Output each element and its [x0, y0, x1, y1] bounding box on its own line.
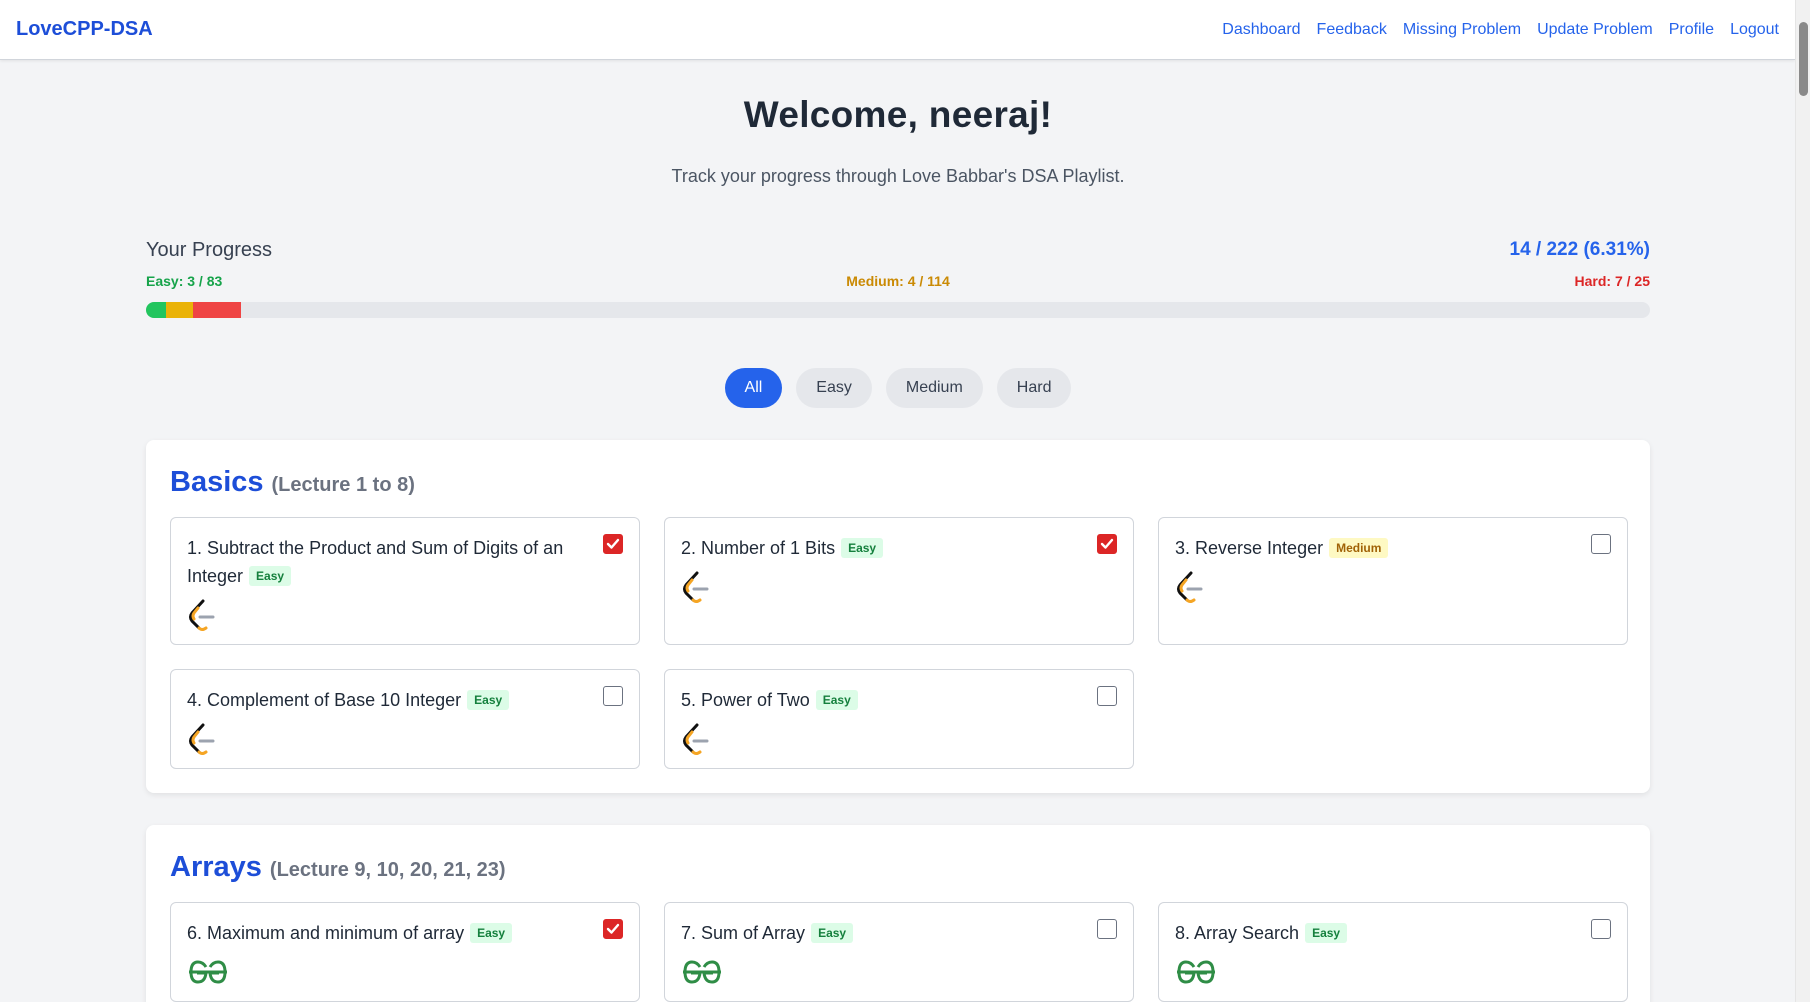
leetcode-icon[interactable]: [681, 570, 711, 604]
problem-done-checkbox[interactable]: [603, 534, 623, 554]
problem-card: 2. Number of 1 Bits Easy: [664, 517, 1134, 645]
problem-card: 8. Array Search Easy: [1158, 902, 1628, 1002]
nav-link-feedback[interactable]: Feedback: [1317, 21, 1387, 39]
nav-link-dashboard[interactable]: Dashboard: [1222, 21, 1300, 39]
leetcode-icon[interactable]: [187, 598, 217, 632]
geeksforgeeks-icon[interactable]: [1175, 958, 1217, 986]
section-header: Basics (Lecture 1 to 8): [170, 466, 1626, 499]
problem-done-checkbox[interactable]: [1097, 534, 1117, 554]
leetcode-icon[interactable]: [1175, 570, 1205, 604]
problem-done-checkbox[interactable]: [603, 919, 623, 939]
difficulty-badge: Easy: [811, 923, 854, 943]
filter-hard-button[interactable]: Hard: [996, 368, 1072, 408]
problem-title-link[interactable]: 7. Sum of Array: [681, 923, 805, 943]
filter-all-button[interactable]: All: [724, 368, 783, 408]
platform-links: [681, 570, 1117, 604]
problem-title-link[interactable]: 5. Power of Two: [681, 690, 810, 710]
progress-segment-easy: [146, 302, 167, 318]
problem-grid: 1. Subtract the Product and Sum of Digit…: [170, 517, 1628, 769]
platform-links: [1175, 955, 1611, 989]
problem-title: 2. Number of 1 Bits Easy: [681, 534, 1117, 562]
progress-segment-medium: [166, 302, 194, 318]
welcome-heading: Welcome, neeraj!: [743, 94, 1053, 135]
problem-title-link[interactable]: 6. Maximum and minimum of array: [187, 923, 464, 943]
difficulty-badge: Easy: [841, 538, 884, 558]
section-subtitle: (Lecture 1 to 8): [271, 474, 415, 496]
checkmark-icon: [1100, 538, 1114, 549]
progress-segment-hard: [193, 302, 241, 318]
geeksforgeeks-icon[interactable]: [187, 958, 229, 986]
problem-done-checkbox[interactable]: [603, 686, 623, 706]
platform-links: [681, 722, 1117, 756]
problem-title: 3. Reverse Integer Medium: [1175, 534, 1611, 562]
checkmark-icon: [606, 923, 620, 934]
topic-section-0: Basics (Lecture 1 to 8) 1. Subtract the …: [146, 440, 1650, 793]
problem-title-link[interactable]: 8. Array Search: [1175, 923, 1299, 943]
checkmark-icon: [606, 538, 620, 549]
page-subtitle: Track your progress through Love Babbar'…: [671, 166, 1125, 186]
nav-link-profile[interactable]: Profile: [1669, 21, 1714, 39]
problem-card: 4. Complement of Base 10 Integer Easy: [170, 669, 640, 769]
progress-bar: [146, 302, 1650, 318]
medium-count: Medium: 4 / 114: [846, 273, 950, 289]
problem-title: 4. Complement of Base 10 Integer Easy: [187, 686, 623, 714]
topic-section-1: Arrays (Lecture 9, 10, 20, 21, 23) 6. Ma…: [146, 825, 1650, 1002]
problem-card: 1. Subtract the Product and Sum of Digit…: [170, 517, 640, 645]
platform-links: [681, 955, 1117, 989]
problem-title: 7. Sum of Array Easy: [681, 919, 1117, 947]
problem-done-checkbox[interactable]: [1097, 919, 1117, 939]
problem-title-link[interactable]: 2. Number of 1 Bits: [681, 538, 835, 558]
problem-card: 7. Sum of Array Easy: [664, 902, 1134, 1002]
filter-easy-button[interactable]: Easy: [796, 368, 872, 408]
main-content: Welcome, neeraj! Track your progress thr…: [146, 60, 1650, 1002]
problem-title: 1. Subtract the Product and Sum of Digit…: [187, 534, 623, 590]
problem-done-checkbox[interactable]: [1591, 534, 1611, 554]
problem-title: 8. Array Search Easy: [1175, 919, 1611, 947]
problem-title-link[interactable]: 4. Complement of Base 10 Integer: [187, 690, 461, 710]
problem-card: 3. Reverse Integer Medium: [1158, 517, 1628, 645]
brand-logo-link[interactable]: LoveCPP-DSA: [16, 18, 153, 41]
difficulty-badge: Medium: [1329, 538, 1389, 558]
problem-card: 6. Maximum and minimum of array Easy: [170, 902, 640, 1002]
difficulty-badge: Easy: [1305, 923, 1348, 943]
section-header: Arrays (Lecture 9, 10, 20, 21, 23): [170, 851, 1626, 884]
problem-done-checkbox[interactable]: [1097, 686, 1117, 706]
nav-link-logout[interactable]: Logout: [1730, 21, 1779, 39]
progress-total: 14 / 222 (6.31%): [1509, 239, 1650, 260]
problem-title: 6. Maximum and minimum of array Easy: [187, 919, 623, 947]
problem-card: 5. Power of Two Easy: [664, 669, 1134, 769]
scrollbar-thumb[interactable]: [1799, 22, 1808, 96]
leetcode-icon[interactable]: [681, 722, 711, 756]
problem-title-link[interactable]: 1. Subtract the Product and Sum of Digit…: [187, 538, 563, 586]
problem-done-checkbox[interactable]: [1591, 919, 1611, 939]
problem-title: 5. Power of Two Easy: [681, 686, 1117, 714]
section-title: Arrays: [170, 851, 262, 883]
problem-grid: 6. Maximum and minimum of array Easy 7. S…: [170, 902, 1628, 1002]
difficulty-badge: Easy: [467, 690, 510, 710]
section-subtitle: (Lecture 9, 10, 20, 21, 23): [269, 859, 506, 881]
difficulty-badge: Easy: [249, 566, 292, 586]
platform-links: [187, 598, 623, 632]
platform-links: [1175, 570, 1611, 604]
hard-count: Hard: 7 / 25: [1574, 273, 1650, 289]
platform-links: [187, 722, 623, 756]
leetcode-icon[interactable]: [187, 722, 217, 756]
difficulty-badge: Easy: [815, 690, 858, 710]
page-scrollbar[interactable]: [1795, 0, 1810, 1002]
section-title: Basics: [170, 466, 264, 498]
top-navbar: LoveCPP-DSA Dashboard Feedback Missing P…: [0, 0, 1795, 60]
nav-link-update-problem[interactable]: Update Problem: [1537, 21, 1653, 39]
progress-label: Your Progress: [146, 239, 272, 261]
nav-links: Dashboard Feedback Missing Problem Updat…: [1222, 21, 1779, 39]
nav-link-missing-problem[interactable]: Missing Problem: [1403, 21, 1521, 39]
progress-panel: Your Progress 14 / 222 (6.31%) Easy: 3 /…: [146, 239, 1650, 318]
difficulty-filters: All Easy Medium Hard: [146, 368, 1650, 408]
filter-medium-button[interactable]: Medium: [885, 368, 983, 408]
platform-links: [187, 955, 623, 989]
problem-title-link[interactable]: 3. Reverse Integer: [1175, 538, 1323, 558]
geeksforgeeks-icon[interactable]: [681, 958, 723, 986]
difficulty-badge: Easy: [470, 923, 513, 943]
